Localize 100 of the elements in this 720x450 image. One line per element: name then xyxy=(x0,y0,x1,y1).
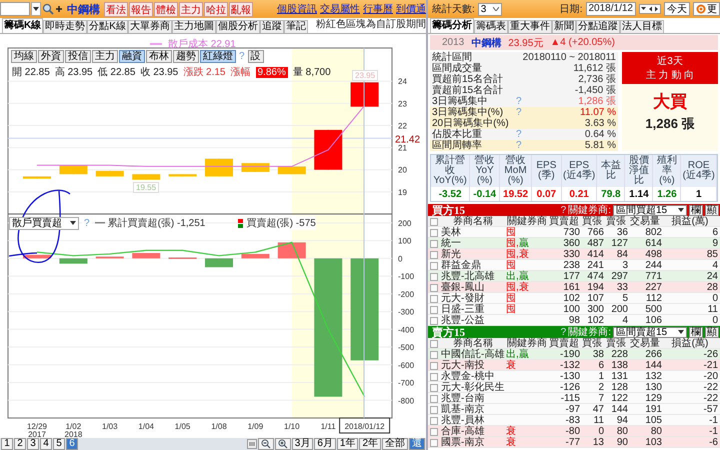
panel-tab[interactable]: 重大事件 xyxy=(508,20,552,33)
broker-row[interactable]: 元大-發財 囤 102 107 5 112 0 xyxy=(428,293,720,304)
broker-row[interactable]: 元大-南投 衰 -132 6 138 144 -21 xyxy=(428,360,720,371)
plus-icon[interactable] xyxy=(55,5,63,13)
action-button[interactable]: 看法 xyxy=(104,2,128,16)
zoom-in-button[interactable] xyxy=(274,438,291,450)
column-button[interactable]: 欄 xyxy=(689,204,703,216)
range-button[interactable]: 還 xyxy=(409,438,425,450)
action-button[interactable]: 體檢 xyxy=(154,2,178,16)
broker-row[interactable]: 兆豐-公益 98 102 4 106 0 xyxy=(428,315,720,326)
action-button[interactable]: 主力 xyxy=(179,2,203,16)
indicator-button[interactable]: 布林 xyxy=(146,50,172,63)
days-dropdown[interactable]: 3 xyxy=(478,2,502,16)
panel-tab[interactable]: 新聞 xyxy=(552,20,576,33)
header-checkbox[interactable] xyxy=(430,340,438,348)
chart-tab[interactable]: 追蹤 xyxy=(260,20,284,33)
info-link[interactable]: 交易屬性 xyxy=(320,2,360,16)
chart-tab[interactable]: 個股分析 xyxy=(216,20,260,33)
row-checkbox[interactable] xyxy=(430,438,438,446)
panel-tab[interactable]: 籌碼分析 xyxy=(430,18,474,33)
row-checkbox[interactable] xyxy=(430,240,438,248)
settings-button[interactable]: 設 xyxy=(248,50,264,63)
info-link[interactable]: 行事曆 xyxy=(363,2,393,16)
help-icon[interactable]: ? xyxy=(560,204,566,216)
indicator-button[interactable]: 紅綠燈 xyxy=(200,50,236,63)
stock-code-field[interactable] xyxy=(0,2,30,16)
panel-tab[interactable]: 分點追蹤 xyxy=(576,20,620,33)
broker-row[interactable]: 永豐金-桃中 -130 1 131 132 -20 xyxy=(428,371,720,382)
indicator-button[interactable]: 外資 xyxy=(38,50,64,63)
row-checkbox[interactable] xyxy=(430,306,438,314)
chart-tab[interactable]: 分點K線 xyxy=(87,20,128,33)
range-button[interactable]: 3月 xyxy=(292,438,314,450)
row-checkbox[interactable] xyxy=(430,228,438,236)
page-button[interactable]: 2 xyxy=(14,438,26,450)
chart-tab[interactable]: 主力地圖 xyxy=(172,20,216,33)
chart-tab[interactable]: 筆記 xyxy=(284,20,308,33)
row-checkbox[interactable] xyxy=(430,294,438,302)
page-button[interactable]: 5 xyxy=(53,438,65,450)
indicator-button[interactable]: 均線 xyxy=(11,50,37,63)
range-button[interactable]: 2年 xyxy=(359,438,381,450)
page-button[interactable]: 1 xyxy=(1,438,13,450)
broker-row[interactable]: 新光 囤,衰 330 414 84 498 85 xyxy=(428,249,720,260)
action-button[interactable]: 亂報 xyxy=(229,2,253,16)
chart-tab[interactable]: 大單券商 xyxy=(128,20,172,33)
date-field[interactable]: 2018/1/12 xyxy=(586,2,636,16)
date-nav-icon[interactable] xyxy=(639,4,661,14)
broker-row[interactable]: 兆豐-北高雄 出,贏 177 474 297 771 24 xyxy=(428,271,720,282)
info-link[interactable]: 到價通 xyxy=(396,2,426,16)
row-checkbox[interactable] xyxy=(430,250,438,258)
search-icon[interactable] xyxy=(42,3,54,15)
broker-row[interactable]: 兆豐-台南 -115 7 122 129 -22 xyxy=(428,393,720,404)
range-button[interactable]: 1年 xyxy=(336,438,358,450)
broker-row[interactable]: 統一 囤,贏 360 487 127 614 9 xyxy=(428,238,720,249)
row-checkbox[interactable] xyxy=(430,372,438,380)
refresh-button[interactable]: 更 xyxy=(693,2,720,16)
row-checkbox[interactable] xyxy=(430,416,438,424)
broker-row[interactable]: 中國信託-高雄 出,贏 -190 38 228 266 -26 xyxy=(428,349,720,360)
page-button[interactable]: 3 xyxy=(27,438,39,450)
row-checkbox[interactable] xyxy=(430,262,438,270)
action-button[interactable]: 哈拉 xyxy=(204,2,228,16)
broker-row[interactable]: 元大-彰化民生 -126 2 128 130 -22 xyxy=(428,382,720,393)
key-broker-dropdown[interactable]: 區間賣超15 xyxy=(613,326,687,338)
broker-row[interactable]: 國票-南京 衰 -77 13 90 103 -6 xyxy=(428,437,720,448)
scroll-handle-icon[interactable] xyxy=(246,439,257,449)
indicator-button[interactable]: 融資 xyxy=(119,50,145,63)
row-checkbox[interactable] xyxy=(430,316,438,324)
row-checkbox[interactable] xyxy=(430,362,438,370)
key-broker-dropdown[interactable]: 區間買超15 xyxy=(613,204,687,216)
chart-tab[interactable]: 籌碼K線 xyxy=(2,18,44,33)
action-button[interactable]: 報告 xyxy=(129,2,153,16)
broker-row[interactable]: 日盛-三重 囤 100 300 200 500 11 xyxy=(428,304,720,315)
today-button[interactable]: 今天 xyxy=(664,2,690,16)
broker-row[interactable]: 臺銀-鳳山 囤,衰 161 194 33 227 28 xyxy=(428,282,720,293)
dropdown-button[interactable] xyxy=(31,2,41,16)
chart-tab[interactable]: 即時走勢 xyxy=(43,20,88,33)
show-button[interactable]: 顯 xyxy=(705,326,719,338)
range-button[interactable]: 6月 xyxy=(314,438,336,450)
row-checkbox[interactable] xyxy=(430,272,438,280)
row-checkbox[interactable] xyxy=(430,350,438,358)
column-button[interactable]: 欄 xyxy=(689,326,703,338)
broker-row[interactable]: 合庫-高雄 衰 -80 0 80 80 -1 xyxy=(428,426,720,437)
panel-tab[interactable]: 籌碼表 xyxy=(474,20,508,33)
zoom-out-button[interactable] xyxy=(258,438,274,450)
broker-row[interactable]: 群益金鼎 囤 238 241 3 244 4 xyxy=(428,260,720,271)
row-checkbox[interactable] xyxy=(430,284,438,292)
indicator-button[interactable]: 投信 xyxy=(65,50,91,63)
range-button[interactable]: 全部 xyxy=(382,438,408,450)
panel-tab[interactable]: 法人目標 xyxy=(620,20,664,33)
broker-row[interactable]: 凱基-南京 -97 47 144 191 -57 xyxy=(428,404,720,415)
page-button[interactable]: 6 xyxy=(66,438,78,450)
show-button[interactable]: 顯 xyxy=(705,204,719,216)
broker-row[interactable]: 美林 囤 730 766 36 802 6 xyxy=(428,227,720,238)
indicator-button[interactable]: 趨勢 xyxy=(173,50,199,63)
row-checkbox[interactable] xyxy=(430,428,438,436)
row-checkbox[interactable] xyxy=(430,394,438,402)
page-button[interactable]: 4 xyxy=(40,438,52,450)
row-checkbox[interactable] xyxy=(430,406,438,414)
indicator-button[interactable]: 主力 xyxy=(92,50,118,63)
header-checkbox[interactable] xyxy=(430,218,438,226)
info-link[interactable]: 個股資訊 xyxy=(277,2,317,16)
